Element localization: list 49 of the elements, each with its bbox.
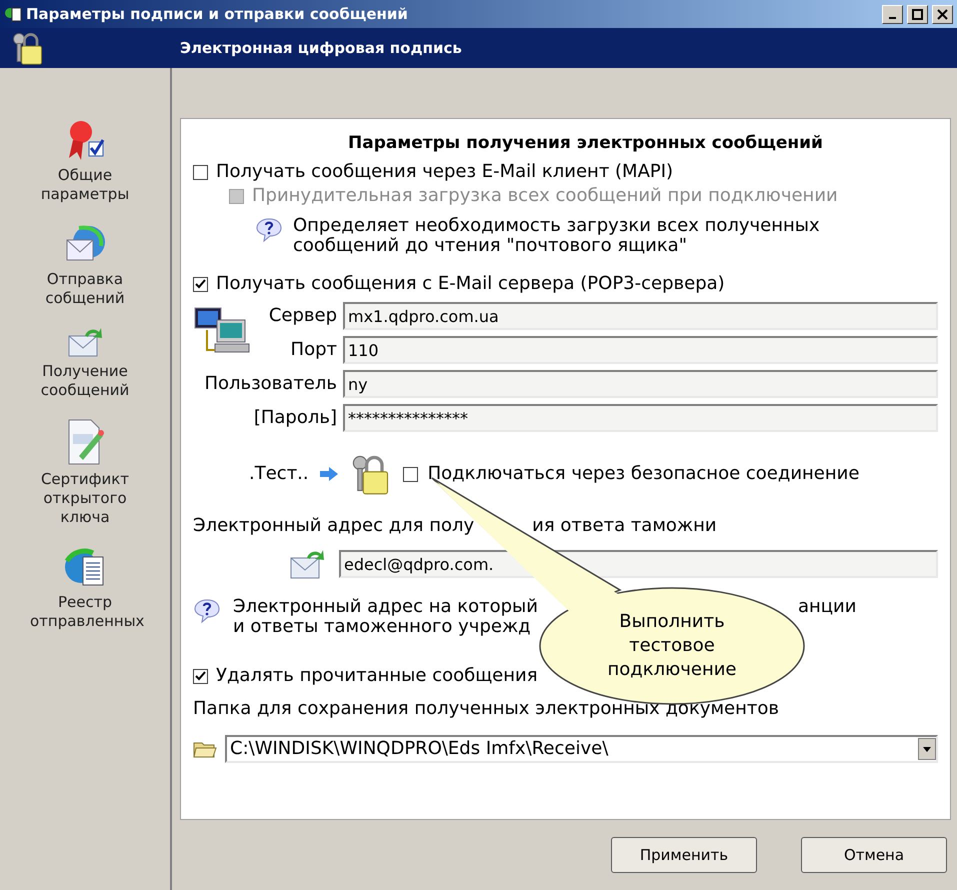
close-button[interactable] bbox=[932, 4, 953, 24]
field-label: Электронный адрес для полу bbox=[193, 514, 474, 538]
header-title: Электронная цифровая подпись bbox=[180, 38, 462, 59]
checkbox-label: Получать сообщения с E-Mail сервера (POP3-сервера) bbox=[216, 272, 725, 296]
help-text: и ответы таможенного учрежд bbox=[233, 617, 531, 637]
help-icon bbox=[255, 216, 283, 244]
text-field[interactable]: 110 bbox=[343, 336, 938, 364]
close-icon bbox=[937, 8, 948, 20]
checkbox[interactable] bbox=[193, 668, 208, 684]
text-field[interactable]: *************** bbox=[343, 404, 938, 432]
checkbox[interactable] bbox=[402, 466, 418, 482]
field-label: ия ответа таможни bbox=[532, 514, 717, 538]
field-label: Сервер bbox=[268, 304, 337, 328]
checkbox[interactable] bbox=[193, 276, 208, 292]
checkbox-label: Подключаться через безопасное соединение bbox=[428, 462, 860, 486]
envelope-icon bbox=[67, 326, 103, 358]
folder-dropdown[interactable]: C:\WINDISK\WINQDPRO\Eds Imfx\Receive\ bbox=[225, 735, 938, 763]
help-text: Электронный адрес на который bbox=[233, 597, 538, 617]
minimize-button[interactable] bbox=[882, 4, 903, 24]
email-field[interactable]: edecl@qdpro.com. bbox=[339, 550, 938, 578]
dialog-button[interactable]: Отмена bbox=[801, 837, 947, 873]
sidebar-item[interactable]: Получение сообщений bbox=[30, 362, 140, 400]
minimize-icon bbox=[889, 16, 896, 18]
test-link[interactable]: .Тест.. bbox=[249, 462, 309, 486]
help-icon bbox=[193, 597, 221, 625]
maximize-icon bbox=[912, 8, 923, 20]
text-field[interactable]: ny bbox=[343, 370, 938, 398]
field-label: Порт bbox=[290, 338, 337, 362]
checkbox-label: Принудительная загрузка всех сообщений при подключении bbox=[252, 184, 838, 208]
tooltip-text: Выполнить тестовое подключение bbox=[606, 610, 738, 682]
help-text: анции bbox=[798, 597, 856, 617]
app-icon bbox=[4, 5, 22, 23]
field-label: Папка для сохранения полученных электронных документов bbox=[193, 699, 779, 719]
text-field[interactable]: mx1.qdpro.com.ua bbox=[343, 302, 938, 330]
dialog-button[interactable]: Применить bbox=[611, 837, 757, 873]
checkbox[interactable] bbox=[193, 164, 208, 180]
section-title: Параметры получения электронных сообщений bbox=[347, 132, 824, 155]
sidebar-item[interactable]: Отправка собщений bbox=[30, 270, 140, 308]
arrow-right-icon bbox=[318, 467, 339, 481]
field-label: [Пароль] bbox=[252, 406, 337, 430]
maximize-button[interactable] bbox=[907, 4, 928, 24]
help-text: Определяет необходимость загрузки всех полученных сообщений до чтения "почтового ящика" bbox=[293, 216, 820, 256]
checkbox-label: Получать сообщения через E-Mail клиент (MAPI) bbox=[216, 160, 674, 184]
window-title: Параметры подписи и отправки сообщений bbox=[26, 4, 409, 25]
checkbox-label: Удалять прочитанные сообщения bbox=[216, 664, 538, 688]
field-label: Пользователь bbox=[203, 372, 337, 396]
sidebar-item[interactable]: Общие параметры bbox=[30, 166, 140, 204]
envelope-icon bbox=[289, 548, 325, 580]
sidebar-item[interactable]: Сертификт открытого ключа bbox=[30, 470, 140, 527]
